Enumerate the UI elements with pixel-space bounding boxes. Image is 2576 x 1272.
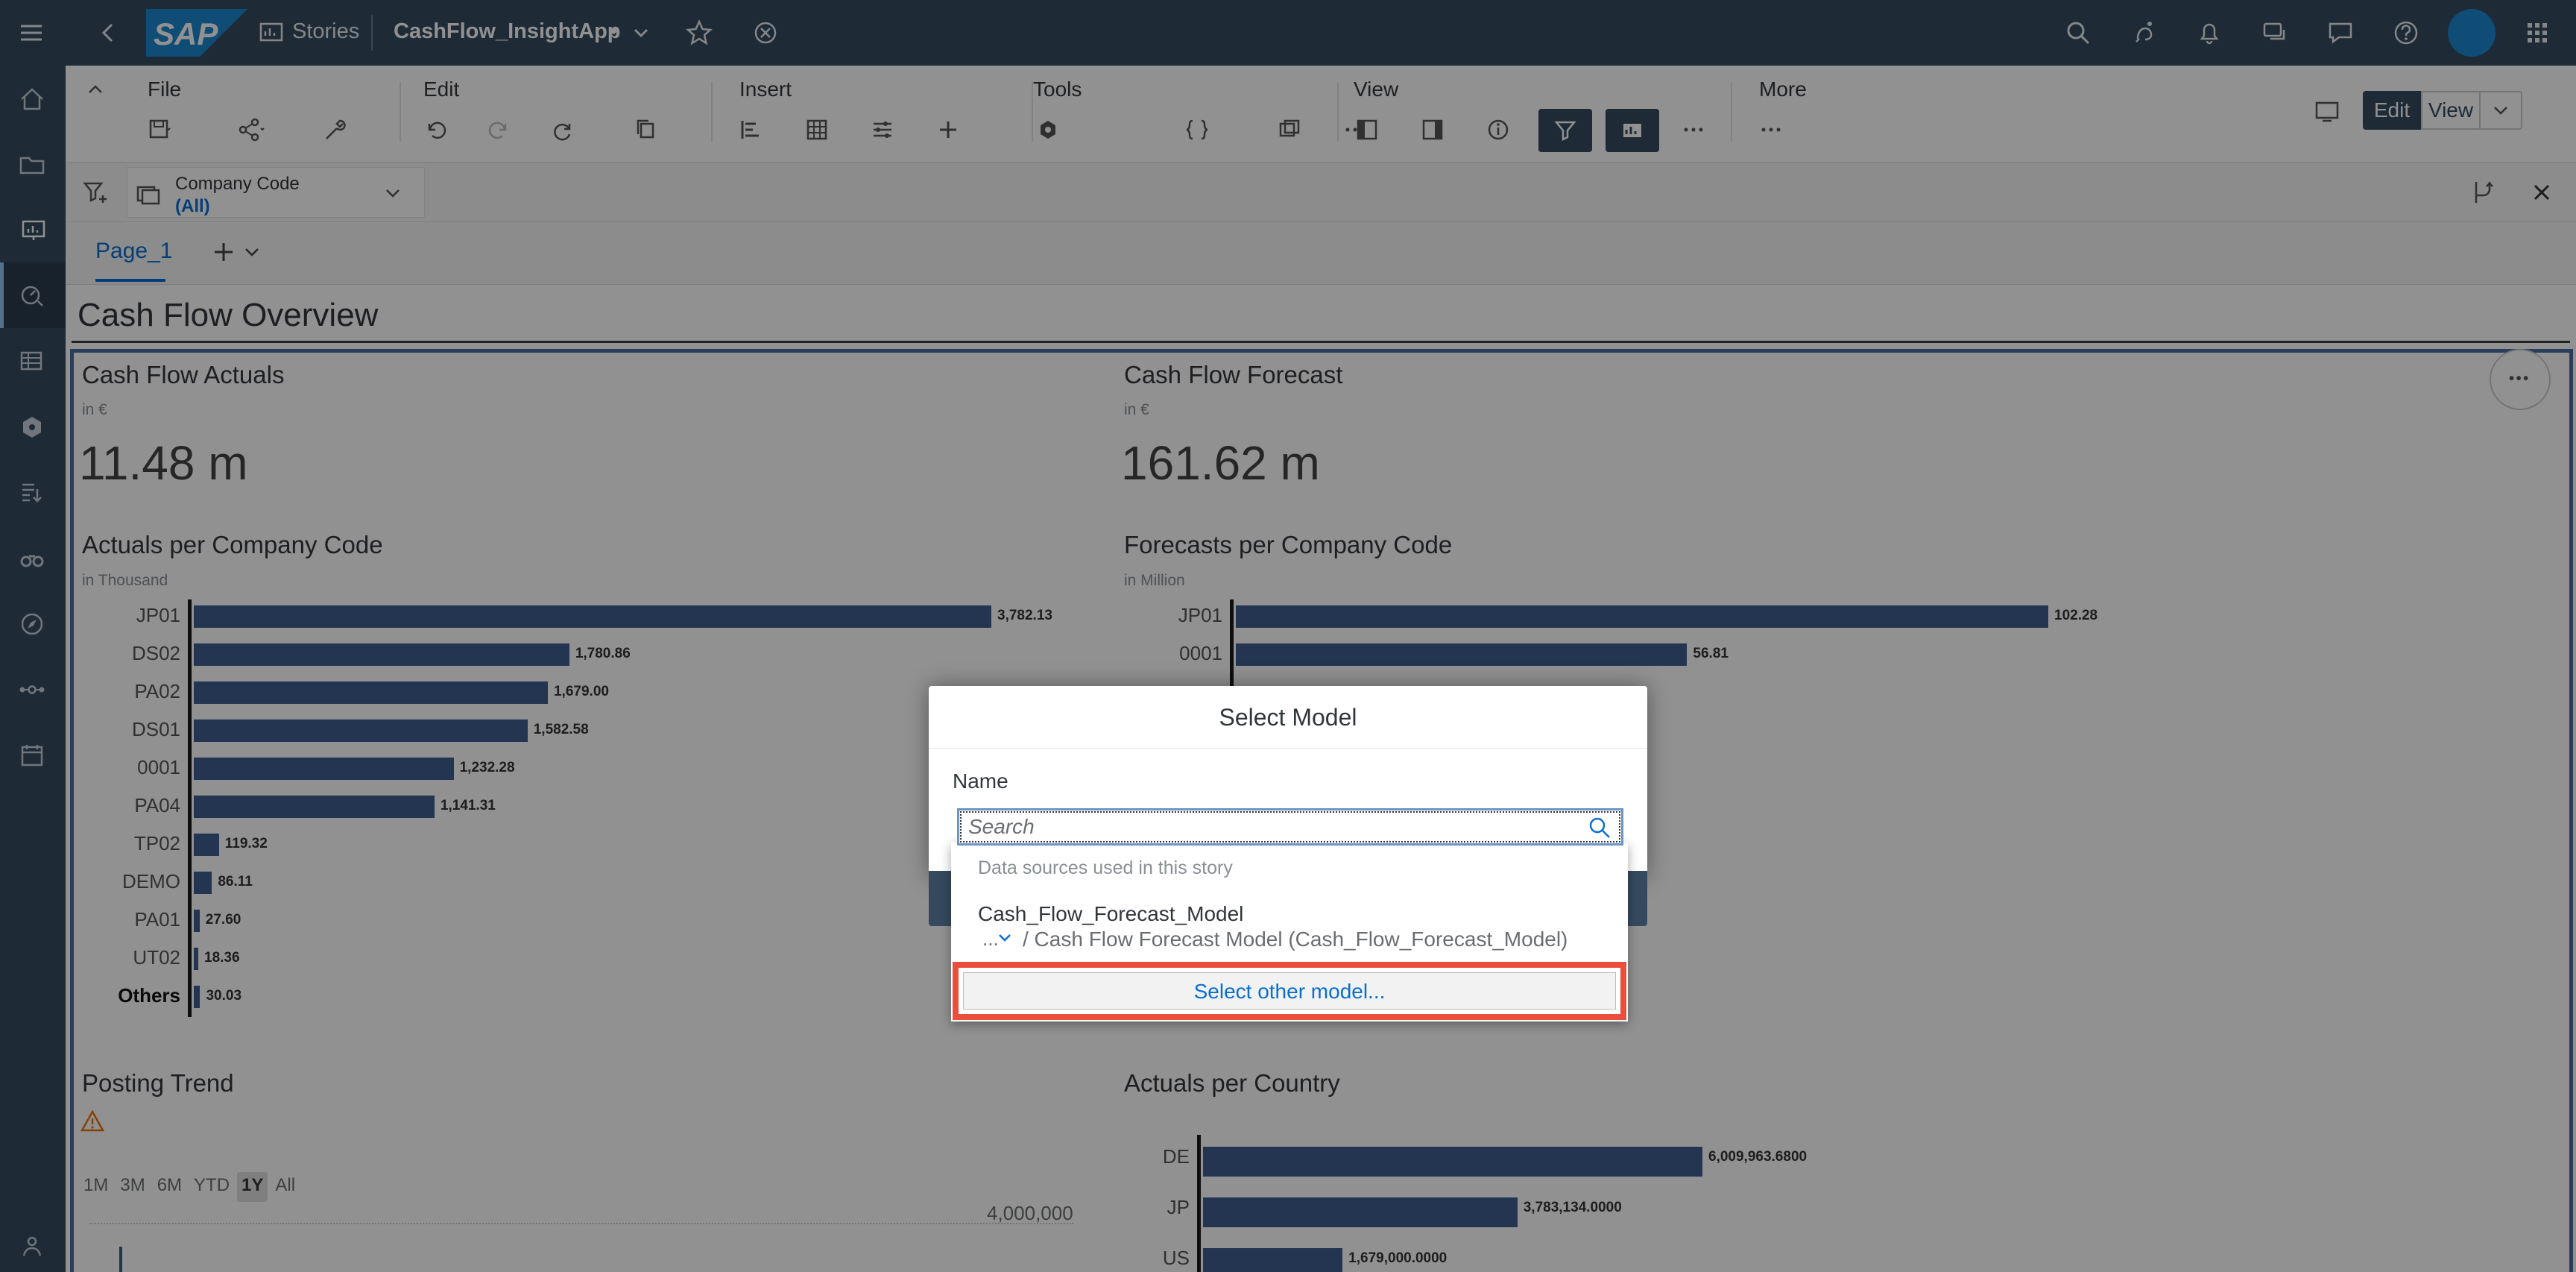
model-path: / Cash Flow Forecast Model (Cash_Flow_Fo… [1023, 928, 1568, 951]
model-name: Cash_Flow_Forecast_Model [978, 902, 1244, 925]
model-list-item[interactable]: Cash_Flow_Forecast_Model ... / Cash Flow… [951, 889, 1628, 971]
select-other-model-button[interactable]: Select other model... [963, 972, 1616, 1010]
search-placeholder: Search [968, 815, 1035, 838]
section-header: Data sources used in this story [978, 857, 1233, 878]
path-expand-icon[interactable] [994, 928, 1015, 948]
select-other-model-highlight: Select other model... [953, 962, 1626, 1020]
name-label: Name [953, 769, 1008, 793]
model-search-input[interactable]: Search [957, 808, 1623, 846]
modal-overlay [0, 0, 2576, 1272]
dialog-title: Select Model [929, 686, 1647, 749]
search-magnifier-icon[interactable] [1585, 813, 1614, 842]
